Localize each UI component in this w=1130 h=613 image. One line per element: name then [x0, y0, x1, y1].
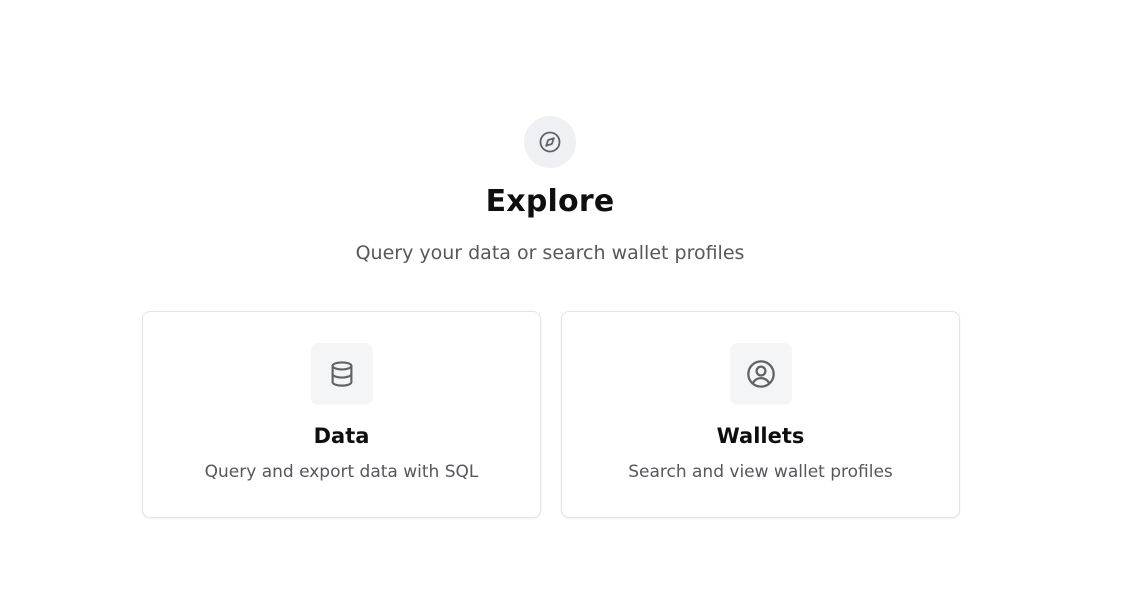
data-card-title: Data	[313, 424, 370, 448]
wallets-card-icon-badge	[730, 343, 792, 405]
explore-page: Explore Query your data or search wallet…	[0, 0, 1130, 613]
data-card[interactable]: Data Query and export data with SQL	[142, 311, 541, 518]
compass-icon	[539, 131, 561, 153]
page-subtitle: Query your data or search wallet profile…	[355, 242, 745, 264]
data-card-icon-badge	[311, 343, 373, 405]
data-card-description: Query and export data with SQL	[204, 462, 479, 482]
wallets-card-description: Search and view wallet profiles	[628, 462, 893, 482]
database-icon	[331, 361, 353, 387]
wallets-card-title: Wallets	[716, 424, 805, 448]
user-circle-icon	[747, 360, 775, 388]
page-title: Explore	[485, 184, 615, 219]
hero-icon-badge	[524, 116, 576, 168]
wallets-card[interactable]: Wallets Search and view wallet profiles	[561, 311, 960, 518]
